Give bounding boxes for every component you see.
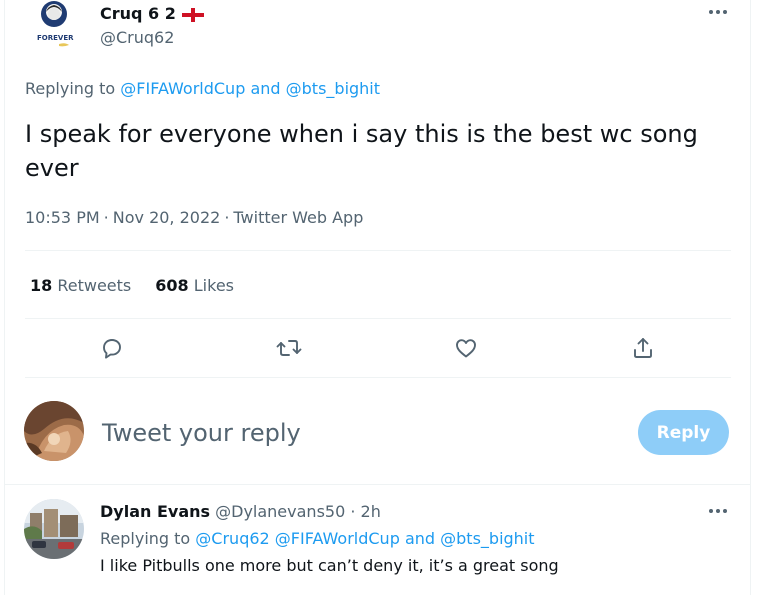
reply-author-handle[interactable]: @Dylanevans50 <box>215 502 345 521</box>
reply-mention-cruq62[interactable]: @Cruq62 <box>195 529 269 548</box>
mention-bts-bighit[interactable]: @bts_bighit <box>286 79 380 98</box>
reply-icon[interactable] <box>97 333 127 363</box>
timestamp-separator: · <box>103 208 109 227</box>
replying-to: Replying to @FIFAWorldCup and @bts_bighi… <box>25 78 380 100</box>
my-avatar[interactable] <box>24 401 84 461</box>
tweet-date[interactable]: Nov 20, 2022 <box>113 208 221 227</box>
likes-count: 608 <box>155 276 189 295</box>
reply-more-options-icon[interactable] <box>704 500 732 522</box>
tweet-text-line-1: I speak for everyone when i say this is … <box>25 120 698 148</box>
likes-label: Likes <box>193 276 234 295</box>
tweet-timestamp: 10:53 PM · Nov 20, 2022 · Twitter Web App <box>25 207 363 229</box>
retweets-count: 18 <box>30 276 53 295</box>
reply-mention-fifaworldcup[interactable]: @FIFAWorldCup <box>275 529 400 548</box>
divider-actions-top <box>25 318 731 319</box>
divider-stats-top <box>25 250 731 251</box>
tweet-source[interactable]: Twitter Web App <box>233 208 363 227</box>
retweet-icon[interactable] <box>274 333 304 363</box>
page: FOREVER MI Cruq 6 2 @Cruq62 Replying to … <box>0 0 782 595</box>
reply-mention-joiner[interactable]: and <box>405 529 435 548</box>
mention-fifaworldcup[interactable]: @FIFAWorldCup <box>120 79 245 98</box>
retweets-stat[interactable]: 18 Retweets <box>30 275 131 297</box>
source-separator: · <box>224 208 230 227</box>
divider-actions-bottom <box>25 377 731 378</box>
reply-header: Dylan Evans @Dylanevans50 · 2h <box>100 501 381 523</box>
reply-compose-input[interactable]: Tweet your reply <box>102 418 301 448</box>
like-icon[interactable] <box>451 333 481 363</box>
reply-button[interactable]: Reply <box>638 410 729 455</box>
england-flag-icon <box>181 7 204 22</box>
reply-author-name[interactable]: Dylan Evans <box>100 502 210 521</box>
author-handle[interactable]: @Cruq62 <box>100 28 174 48</box>
reply-replying-prefix: Replying to <box>100 529 191 548</box>
reply-mention-bts-bighit[interactable]: @bts_bighit <box>440 529 534 548</box>
divider-thread <box>5 484 750 485</box>
tweet-text-line-2: ever <box>25 154 79 182</box>
author-avatar[interactable]: FOREVER MI <box>33 0 75 50</box>
tweet-stats: 18 Retweets 608 Likes <box>30 275 234 297</box>
replying-to-prefix: Replying to <box>25 79 116 98</box>
reply-separator: · <box>350 502 356 521</box>
reply-tweet-text: I like Pitbulls one more but can’t deny … <box>100 556 559 575</box>
reply-replying-to: Replying to @Cruq62 @FIFAWorldCup and @b… <box>100 528 535 550</box>
retweets-label: Retweets <box>57 276 132 295</box>
avatar-forever-text: FOREVER MI <box>37 34 75 42</box>
tweet-text: I speak for everyone when i say this is … <box>25 117 745 185</box>
share-icon[interactable] <box>628 333 658 363</box>
reply-author-avatar[interactable] <box>24 499 84 559</box>
tweet-time[interactable]: 10:53 PM <box>25 208 100 227</box>
author-name-text: Cruq 6 2 <box>100 4 176 23</box>
likes-stat[interactable]: 608 Likes <box>155 275 234 297</box>
reply-time[interactable]: 2h <box>361 502 381 521</box>
author-display-name[interactable]: Cruq 6 2 <box>100 4 204 24</box>
mention-joiner[interactable]: and <box>250 79 280 98</box>
more-options-icon[interactable] <box>704 2 732 22</box>
